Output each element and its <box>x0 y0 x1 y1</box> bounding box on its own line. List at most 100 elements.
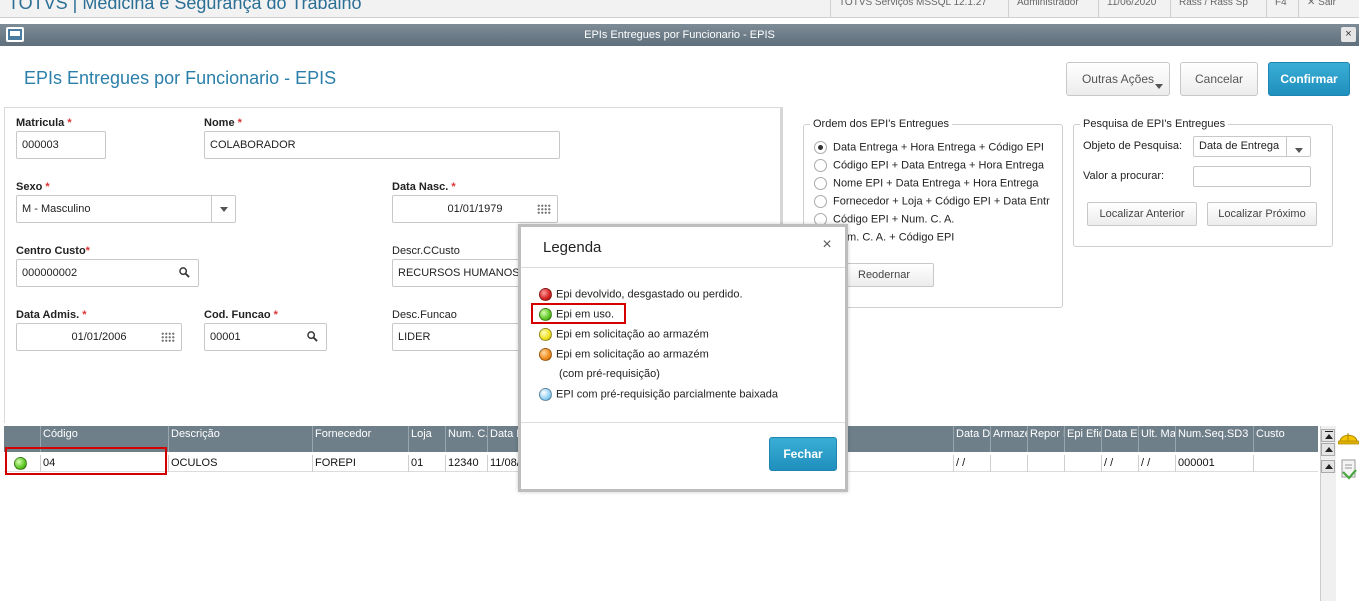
data-nasc-label: Data Nasc. * <box>392 181 456 193</box>
close-icon: ✕ <box>1307 0 1319 8</box>
localizar-proximo-button[interactable]: Localizar Próximo <box>1207 202 1317 226</box>
col-repor[interactable]: Repor E <box>1027 426 1064 452</box>
appbar-environment: TOTVS Serviços MSSQL 12.1.27 <box>830 0 1008 17</box>
legend-item-orange-note: (com pré-requisição) <box>559 368 660 380</box>
window-close-button[interactable]: × <box>1341 27 1356 42</box>
sexo-select[interactable]: M - Masculino <box>16 195 236 223</box>
dialog-divider <box>521 422 845 423</box>
ordem-option-4[interactable]: Fornecedor + Loja + Código EPI + Data En… <box>814 195 1050 211</box>
radio-selected-icon <box>814 141 827 154</box>
appbar-branch[interactable]: Rass / Rass Sp <box>1170 0 1266 17</box>
calendar-icon[interactable] <box>537 204 551 215</box>
reordenar-button[interactable]: Reodernar <box>834 263 934 287</box>
col-epi-efic[interactable]: Epi Efic <box>1064 426 1101 452</box>
cell-epi-efic <box>1064 455 1101 472</box>
cod-funcao-label: Cod. Funcao * <box>204 309 278 321</box>
centro-custo-value: 000000002 <box>22 267 78 279</box>
app-title: TOTVS | Medicina e Segurança do Trabalho <box>8 0 362 13</box>
cell-data-devolucao: / / <box>953 455 990 472</box>
data-admis-value: 01/01/2006 <box>71 331 127 343</box>
col-num-seq[interactable]: Num.Seq.SD3 <box>1175 426 1253 452</box>
legenda-dialog: Legenda × Epi devolvido, desgastado ou p… <box>518 224 848 492</box>
dialog-close-icon[interactable]: × <box>819 236 835 254</box>
cell-loja: 01 <box>408 455 445 472</box>
col-descricao[interactable]: Descrição <box>168 426 312 452</box>
sexo-value: M - Masculino <box>22 203 91 215</box>
window-title: EPIs Entregues por Funcionario - EPIS <box>584 29 775 41</box>
appbar-user[interactable]: Administrador <box>1008 0 1098 17</box>
window-title-bar: EPIs Entregues por Funcionario - EPIS × <box>0 24 1359 46</box>
radio-icon <box>814 159 827 172</box>
outras-acoes-button[interactable]: Outras Ações <box>1066 62 1170 96</box>
scroll-page-up-icon[interactable] <box>1321 460 1335 473</box>
cell-fornecedor: FOREPI <box>312 455 408 472</box>
cod-funcao-input[interactable]: 00001 <box>204 323 327 351</box>
col-num-ca[interactable]: Num. C. <box>445 426 487 452</box>
pesquisa-epis-panel: Pesquisa de EPI's Entregues Objeto de Pe… <box>1073 118 1333 247</box>
col-custo[interactable]: Custo <box>1253 426 1318 452</box>
col-fornecedor[interactable]: Fornecedor <box>312 426 408 452</box>
descr-ccusto-label: Descr.CCusto <box>392 245 460 257</box>
col-loja[interactable]: Loja <box>408 426 445 452</box>
data-admis-label: Data Admis. * <box>16 309 87 321</box>
col-ult-ma[interactable]: Ult. Ma <box>1138 426 1175 452</box>
appbar-f4[interactable]: F4 <box>1266 0 1298 17</box>
radio-icon <box>814 177 827 190</box>
matricula-input[interactable]: 000003 <box>16 131 106 159</box>
ordem-legend: Ordem dos EPI's Entregues <box>810 118 952 130</box>
ordem-option-3[interactable]: Nome EPI + Data Entrega + Hora Entrega <box>814 177 1038 193</box>
document-icon[interactable] <box>1340 458 1358 480</box>
scroll-top-icon[interactable] <box>1321 429 1335 442</box>
yellow-status-icon <box>539 328 552 341</box>
nome-label: Nome * <box>204 117 242 129</box>
sair-label: Sair <box>1318 0 1336 8</box>
chevron-down-icon <box>1286 137 1310 156</box>
ordem-option-2[interactable]: Código EPI + Data Entrega + Hora Entrega <box>814 159 1044 175</box>
objeto-pesquisa-select[interactable]: Data de Entrega <box>1193 136 1311 157</box>
cell-descricao: OCULOS <box>168 455 312 472</box>
descr-ccusto-input[interactable]: RECURSOS HUMANOS <box>392 259 522 287</box>
cell-data-en: / / <box>1101 455 1138 472</box>
scroll-up-icon[interactable] <box>1321 443 1335 456</box>
centro-custo-input[interactable]: 000000002 <box>16 259 199 287</box>
ordem-option-1[interactable]: Data Entrega + Hora Entrega + Código EPI <box>814 141 1044 157</box>
blue-status-icon <box>539 388 552 401</box>
nome-input[interactable]: COLABORADOR <box>204 131 560 159</box>
data-nasc-input[interactable]: 01/01/1979 <box>392 195 558 223</box>
col-armazem[interactable]: Armaze <box>990 426 1027 452</box>
localizar-anterior-button[interactable]: Localizar Anterior <box>1087 202 1197 226</box>
chevron-down-icon <box>1155 84 1163 89</box>
appbar-sair[interactable]: ✕ Sair <box>1298 0 1359 17</box>
radio-icon <box>814 195 827 208</box>
helmet-icon[interactable] <box>1338 428 1359 446</box>
cell-ult-ma: / / <box>1138 455 1175 472</box>
legend-item-orange: Epi em solicitação ao armazém <box>539 348 709 364</box>
desc-funcao-label: Desc.Funcao <box>392 309 457 321</box>
desc-funcao-input[interactable]: LIDER <box>392 323 522 351</box>
matricula-label: Matricula * <box>16 117 72 129</box>
fechar-button[interactable]: Fechar <box>769 437 837 471</box>
cancel-button[interactable]: Cancelar <box>1180 62 1258 96</box>
confirm-button[interactable]: Confirmar <box>1268 62 1350 96</box>
appbar-date: 11/06/2020 <box>1098 0 1170 17</box>
orange-status-icon <box>539 348 552 361</box>
legend-item-red: Epi devolvido, desgastado ou perdido. <box>539 288 743 304</box>
cell-num-ca: 12340 <box>445 455 487 472</box>
search-icon[interactable] <box>307 331 318 342</box>
dialog-title: Legenda <box>543 239 602 256</box>
col-data-en[interactable]: Data En <box>1101 426 1138 452</box>
valor-procurar-input[interactable] <box>1193 166 1311 187</box>
objeto-pesquisa-value: Data de Entrega <box>1199 140 1280 152</box>
cell-custo <box>1253 455 1318 472</box>
valor-procurar-label: Valor a procurar: <box>1083 170 1165 182</box>
sexo-label: Sexo * <box>16 181 50 193</box>
page-title: EPIs Entregues por Funcionario - EPIS <box>24 68 337 88</box>
chevron-down-icon <box>211 196 235 222</box>
red-status-icon <box>539 288 552 301</box>
calendar-icon[interactable] <box>161 332 175 343</box>
dialog-divider <box>521 267 845 268</box>
search-icon[interactable] <box>179 267 190 278</box>
data-admis-input[interactable]: 01/01/2006 <box>16 323 182 351</box>
col-data-devolucao[interactable]: Data De <box>953 426 990 452</box>
legend-item-blue: EPI com pré-requisição parcialmente baix… <box>539 388 778 404</box>
